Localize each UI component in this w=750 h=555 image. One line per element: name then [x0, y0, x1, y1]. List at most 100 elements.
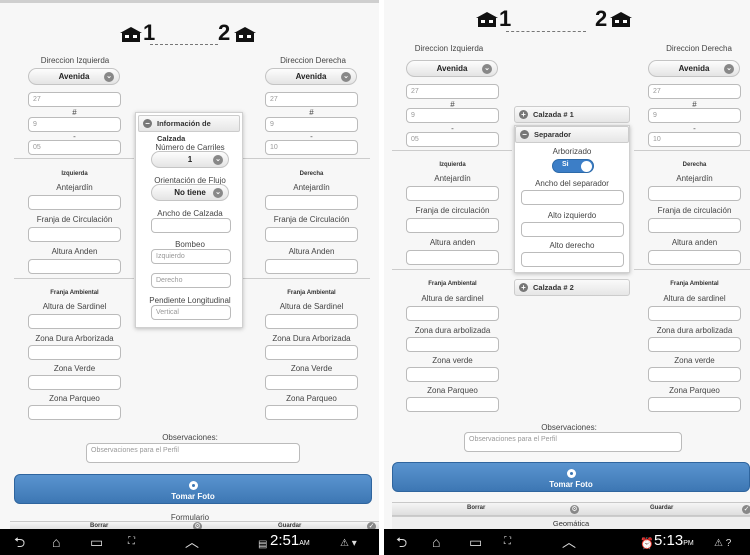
- check-icon[interactable]: ✓: [742, 505, 750, 514]
- antejardin-izq-label: Antejardín: [56, 183, 93, 192]
- chevron-down-icon: ⌄: [341, 72, 351, 82]
- alto-derecho-input[interactable]: [521, 252, 624, 267]
- placa-izquierda-input[interactable]: 05: [28, 140, 121, 155]
- recent-apps-icon[interactable]: ▭: [90, 533, 103, 551]
- zona-dura-izq-input[interactable]: [28, 345, 121, 360]
- clock-ampm: PM: [683, 540, 694, 547]
- select-value: 1: [187, 155, 193, 164]
- sardinel-izq-input[interactable]: [406, 306, 499, 321]
- arborizado-toggle[interactable]: Si: [552, 159, 594, 173]
- zona-parqueo-izq-input[interactable]: [406, 397, 499, 412]
- observaciones-textarea[interactable]: Observaciones para el Perfil: [464, 432, 682, 452]
- antejardin-izq-input[interactable]: [406, 186, 499, 201]
- geometrica-footer[interactable]: Geomática: [392, 516, 750, 530]
- zona-parqueo-izq-input[interactable]: [28, 405, 121, 420]
- sardinel-der-input[interactable]: [265, 314, 358, 329]
- chevron-up-icon[interactable]: ︿: [185, 533, 199, 551]
- antejardin-der-input[interactable]: [648, 186, 741, 201]
- zona-parqueo-der-input[interactable]: [648, 397, 741, 412]
- camera-icon: [188, 481, 198, 490]
- calzada-1-collapsible[interactable]: + Calzada # 1: [514, 106, 630, 123]
- road-line: [150, 44, 218, 47]
- observaciones-label: Observaciones:: [162, 433, 218, 442]
- zona-verde-izq-label: Zona Verde: [53, 364, 96, 373]
- pendiente-input[interactable]: Vertical: [151, 305, 231, 320]
- divider: [14, 278, 134, 279]
- numero-derecha-input[interactable]: 9: [648, 108, 741, 123]
- home-icon[interactable]: ⌂: [52, 533, 60, 551]
- antejardin-der-input[interactable]: [265, 195, 358, 210]
- tipo-via-izquierda-select[interactable]: Avenida ⌄: [28, 68, 120, 85]
- franja-izq-input[interactable]: [28, 227, 121, 242]
- calle-derecha-input[interactable]: 27: [265, 92, 358, 107]
- clock-ampm: AM: [299, 540, 310, 547]
- gear-icon[interactable]: ⚙: [570, 505, 579, 514]
- placa-izquierda-input[interactable]: 05: [406, 132, 499, 147]
- observaciones-textarea[interactable]: Observaciones para el Perfil: [86, 443, 300, 463]
- numero-izquierda-input[interactable]: 9: [406, 108, 499, 123]
- popup-header[interactable]: − Información de Calzada: [138, 115, 240, 143]
- calle-izquierda-input[interactable]: 27: [28, 92, 121, 107]
- zona-verde-izq-input[interactable]: [406, 367, 499, 382]
- chevron-up-icon[interactable]: ︿: [562, 533, 576, 551]
- ancho-separador-input[interactable]: [521, 190, 624, 205]
- altura-anden-der-input[interactable]: [648, 250, 741, 265]
- alto-derecho-label: Alto derecho: [549, 241, 595, 250]
- divider: [392, 150, 512, 151]
- tomar-foto-button[interactable]: Tomar Foto: [14, 474, 372, 504]
- tomar-foto-button[interactable]: Tomar Foto: [392, 462, 750, 492]
- zona-verde-der-input[interactable]: [265, 375, 358, 390]
- popup-title: Información de Calzada: [157, 119, 211, 143]
- franja-izq-input[interactable]: [406, 218, 499, 233]
- altura-anden-izq-input[interactable]: [406, 250, 499, 265]
- zona-verde-izq-label: Zona verde: [432, 356, 473, 365]
- zona-parqueo-der-input[interactable]: [265, 405, 358, 420]
- zona-parqueo-izq-label: Zona Parqueo: [49, 394, 100, 403]
- back-icon[interactable]: ⮌: [396, 533, 407, 551]
- franja-der-input[interactable]: [648, 218, 741, 233]
- calle-derecha-input[interactable]: 27: [648, 84, 741, 99]
- calzada-2-collapsible[interactable]: + Calzada # 2: [514, 279, 630, 296]
- borrar-button[interactable]: Borrar: [467, 505, 485, 511]
- antejardin-izq-input[interactable]: [28, 195, 121, 210]
- franja-izq-label: Franja de circulación: [415, 206, 490, 215]
- back-icon[interactable]: ⮌: [14, 533, 25, 551]
- zona-verde-izq-input[interactable]: [28, 375, 121, 390]
- placa-derecha-input[interactable]: 10: [648, 132, 741, 147]
- home-icon[interactable]: ⌂: [432, 533, 440, 551]
- zona-dura-der-input[interactable]: [265, 345, 358, 360]
- guardar-button[interactable]: Guardar: [650, 505, 673, 511]
- placa-derecha-input[interactable]: 10: [265, 140, 358, 155]
- altura-anden-izq-input[interactable]: [28, 259, 121, 274]
- antejardin-der-label: Antejardín: [676, 174, 713, 183]
- bombeo-derecho-input[interactable]: Derecho: [151, 273, 231, 288]
- zona-verde-der-label: Zona Verde: [290, 364, 333, 373]
- numero-derecha-input[interactable]: 9: [265, 117, 358, 132]
- informacion-calzada-popup: − Información de Calzada Número de Carril…: [135, 112, 243, 328]
- tipo-via-izquierda-select[interactable]: Avenida ⌄: [406, 60, 498, 77]
- house-number-2: 2: [218, 20, 231, 45]
- recent-apps-icon[interactable]: ▭: [469, 533, 482, 551]
- bombeo-izquierdo-input[interactable]: Izquierdo: [151, 249, 231, 264]
- bombeo-label: Bombeo: [175, 240, 205, 249]
- separador-header[interactable]: − Separador: [515, 126, 629, 143]
- sardinel-der-input[interactable]: [648, 306, 741, 321]
- screenshot-icon[interactable]: ⛶: [504, 533, 511, 551]
- sardinel-izq-input[interactable]: [28, 314, 121, 329]
- calle-izquierda-input[interactable]: 27: [406, 84, 499, 99]
- alto-izquierdo-input[interactable]: [521, 222, 624, 237]
- direccion-derecha-label: Direccion Derecha: [280, 56, 346, 65]
- zona-verde-der-input[interactable]: [648, 367, 741, 382]
- house-number-1: 1: [143, 20, 156, 45]
- orientacion-select[interactable]: No tiene ⌄: [151, 184, 229, 201]
- zona-dura-izq-input[interactable]: [406, 337, 499, 352]
- ancho-calzada-input[interactable]: [151, 218, 231, 233]
- zona-dura-der-input[interactable]: [648, 337, 741, 352]
- tipo-via-derecha-select[interactable]: Avenida ⌄: [265, 68, 357, 85]
- screenshot-icon[interactable]: ⛶: [128, 533, 135, 551]
- franja-der-input[interactable]: [265, 227, 358, 242]
- tipo-via-derecha-select[interactable]: Avenida ⌄: [648, 60, 740, 77]
- num-carriles-select[interactable]: 1 ⌄: [151, 151, 229, 168]
- altura-anden-der-input[interactable]: [265, 259, 358, 274]
- numero-izquierda-input[interactable]: 9: [28, 117, 121, 132]
